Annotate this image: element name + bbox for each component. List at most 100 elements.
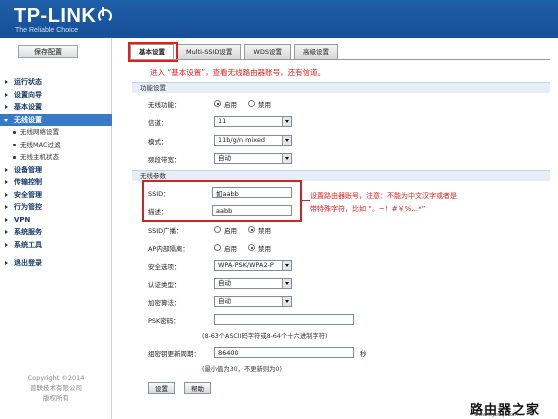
bullet-icon <box>13 143 16 146</box>
sidebar-item-security[interactable]: 安全管理 <box>0 189 112 202</box>
auth-select[interactable]: 自动 <box>214 278 292 289</box>
psk-hint: (8-63个ASCII码字符或8-64个十六进制字符) <box>202 333 328 340</box>
logo-text: TP-LINK <box>14 5 97 27</box>
ssid-input[interactable] <box>212 187 292 198</box>
rekey-hint: (最小值为30，不更新则为0) <box>202 366 282 373</box>
mode-label: 模式： <box>148 138 168 146</box>
ssid-broadcast-enable-radio[interactable] <box>214 226 221 233</box>
enable-label: 启用 <box>224 101 237 109</box>
section-function: 功能设置 <box>132 82 550 93</box>
auth-label: 认证类型： <box>148 281 181 289</box>
arrow-right-icon <box>5 205 8 209</box>
encrypt-label: 加密算法： <box>148 299 181 307</box>
row-psk: PSK密码： <box>148 314 448 326</box>
psk-input[interactable] <box>214 314 354 325</box>
desc-input[interactable] <box>212 205 292 216</box>
sidebar-item-transfer[interactable]: 传输控制 <box>0 176 112 189</box>
arrow-right-icon <box>5 192 8 197</box>
watermark-url: www.luyouqi.com <box>474 412 518 418</box>
ap-isolation-disable-radio[interactable] <box>248 244 255 251</box>
bandwidth-label: 频段带宽： <box>148 156 181 164</box>
rekey-unit: 秒 <box>360 350 367 358</box>
arrow-right-icon <box>5 167 8 172</box>
copyright: Copyright ©2014 普联技术有限公司 版权所有 <box>27 374 85 402</box>
chevron-down-icon <box>282 297 291 306</box>
arrow-right-icon <box>5 242 8 247</box>
sidebar-menu: 运行状态 设置向导 基本设置 无线设置 无线网络设置 无线MAC过滤 无线主机状… <box>0 76 112 270</box>
save-config-button[interactable]: 保存配置 <box>18 45 78 58</box>
arrow-right-icon <box>5 230 8 234</box>
disable-label: 禁用 <box>258 245 271 253</box>
arrow-right-icon <box>5 92 8 97</box>
sidebar-item-tools[interactable]: 系统工具 <box>0 239 112 252</box>
sidebar-item-logout[interactable]: 退出登录 <box>0 257 112 270</box>
arrow-right-icon <box>5 80 8 84</box>
desc-label: 描述： <box>148 208 168 216</box>
sidebar-subitem-mac-filter[interactable]: 无线MAC过滤 <box>0 139 112 152</box>
chevron-down-icon <box>282 261 291 270</box>
ap-isolation-enable-radio[interactable] <box>214 244 221 251</box>
wireless-disable-radio[interactable] <box>248 100 255 107</box>
bandwidth-select[interactable]: 自动 <box>214 153 292 164</box>
psk-label: PSK密码： <box>148 317 180 325</box>
ssid-broadcast-label: SSID广播： <box>148 227 183 235</box>
mode-select[interactable]: 11b/g/n mixed <box>214 135 292 146</box>
arrow-right-icon <box>5 105 8 109</box>
chevron-down-icon <box>282 154 291 163</box>
enable-label: 启用 <box>224 227 237 235</box>
logo-icon <box>98 7 113 23</box>
ap-isolation-label: AP内部隔离： <box>148 245 189 253</box>
channel-select[interactable]: 11 <box>214 116 292 127</box>
arrow-right-icon <box>5 217 8 222</box>
sidebar-item-services[interactable]: 系统服务 <box>0 226 112 239</box>
row-channel: 信道： 11 <box>148 116 448 128</box>
row-auth: 认证类型： 自动 <box>148 278 448 290</box>
row-wireless-func: 无线功能： 启用 禁用 <box>148 98 448 110</box>
tab-wds[interactable]: WDS设置 <box>244 44 291 59</box>
sidebar-subitem-host-status[interactable]: 无线主机状态 <box>0 151 112 164</box>
sidebar-item-vpn[interactable]: VPN <box>0 214 112 227</box>
row-buttons: 设置 帮助 <box>148 382 268 394</box>
chevron-down-icon <box>282 117 291 126</box>
tab-multi-ssid[interactable]: Multi-SSID设置 <box>177 44 242 59</box>
set-button[interactable]: 设置 <box>148 382 175 394</box>
ssid-broadcast-disable-radio[interactable] <box>248 226 255 233</box>
arrow-right-icon <box>5 261 8 265</box>
chevron-down-icon <box>282 136 291 145</box>
security-select[interactable]: WPA-PSK/WPA2-P <box>214 260 292 271</box>
bullet-icon <box>13 131 16 134</box>
sidebar-item-status[interactable]: 运行状态 <box>0 76 112 89</box>
logo: TP-LINK <box>14 5 113 28</box>
row-bandwidth: 频段带宽： 自动 <box>148 153 448 165</box>
row-ap-isolation: AP内部隔离： 启用 禁用 <box>148 242 448 254</box>
rekey-label: 组密钥更新周期： <box>148 350 200 358</box>
sidebar-item-behavior[interactable]: 行为管控 <box>0 201 112 214</box>
help-button[interactable]: 帮助 <box>184 382 211 394</box>
tab-advanced[interactable]: 高级设置 <box>293 44 338 59</box>
row-desc: 描述： <box>148 205 298 217</box>
sidebar-subitem-wireless-network[interactable]: 无线网络设置 <box>0 126 112 139</box>
tagline: The Reliable Choice <box>15 27 79 34</box>
annotation-ssid: 设置路由器账号，注意：不能为中文汉字或者是 带特殊字符，比如 “。~！#￥%…*… <box>310 192 457 213</box>
sidebar-item-wireless[interactable]: 无线设置 <box>0 113 112 126</box>
rekey-input[interactable] <box>214 347 354 358</box>
bullet-icon <box>13 156 16 159</box>
row-security: 安全选项： WPA-PSK/WPA2-P <box>148 260 448 272</box>
sidebar-item-basic[interactable]: 基本设置 <box>0 101 112 114</box>
sidebar: 保存配置 运行状态 设置向导 基本设置 无线设置 无线网络设置 无线MAC过滤 … <box>0 38 112 419</box>
sidebar-item-wizard[interactable]: 设置向导 <box>0 89 112 102</box>
row-ssid-broadcast: SSID广播： 启用 禁用 <box>148 224 448 236</box>
main-content: 基本设置 Multi-SSID设置 WDS设置 高级设置 进入 “基本设置”，查… <box>118 40 554 419</box>
tab-divider <box>130 59 550 60</box>
annotation-connector <box>302 200 310 201</box>
security-label: 安全选项： <box>148 263 181 271</box>
enable-label: 启用 <box>224 245 237 253</box>
wireless-func-label: 无线功能： <box>148 101 181 109</box>
arrow-right-icon <box>5 180 8 184</box>
encrypt-select[interactable]: 自动 <box>214 296 292 307</box>
disable-label: 禁用 <box>258 227 271 235</box>
disable-label: 禁用 <box>258 101 271 109</box>
sidebar-item-device[interactable]: 设备管理 <box>0 164 112 177</box>
wireless-enable-radio[interactable] <box>214 100 221 107</box>
chevron-down-icon <box>282 279 291 288</box>
